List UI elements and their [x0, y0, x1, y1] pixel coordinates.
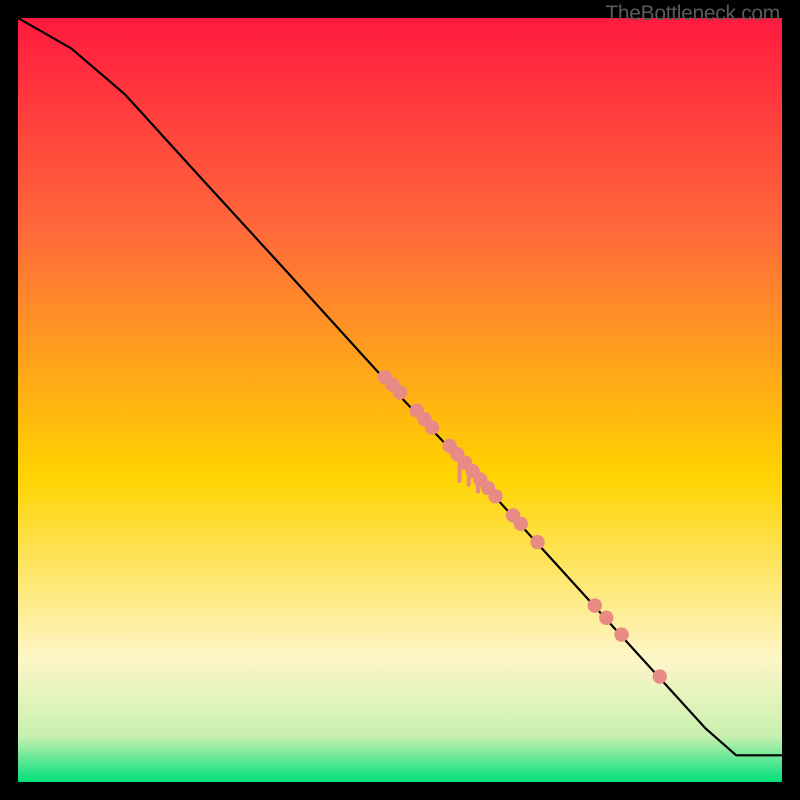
data-point	[599, 611, 613, 625]
data-point	[530, 535, 544, 549]
watermark-label: TheBottleneck.com	[605, 2, 780, 26]
data-point	[488, 489, 502, 503]
data-point	[653, 669, 667, 683]
data-point	[393, 385, 407, 399]
chart-plot-area	[18, 18, 782, 782]
data-point	[614, 627, 628, 641]
data-point	[588, 598, 602, 612]
chart-svg	[18, 18, 782, 782]
data-point	[514, 517, 528, 531]
data-point	[425, 420, 439, 434]
gradient-background	[18, 18, 782, 782]
